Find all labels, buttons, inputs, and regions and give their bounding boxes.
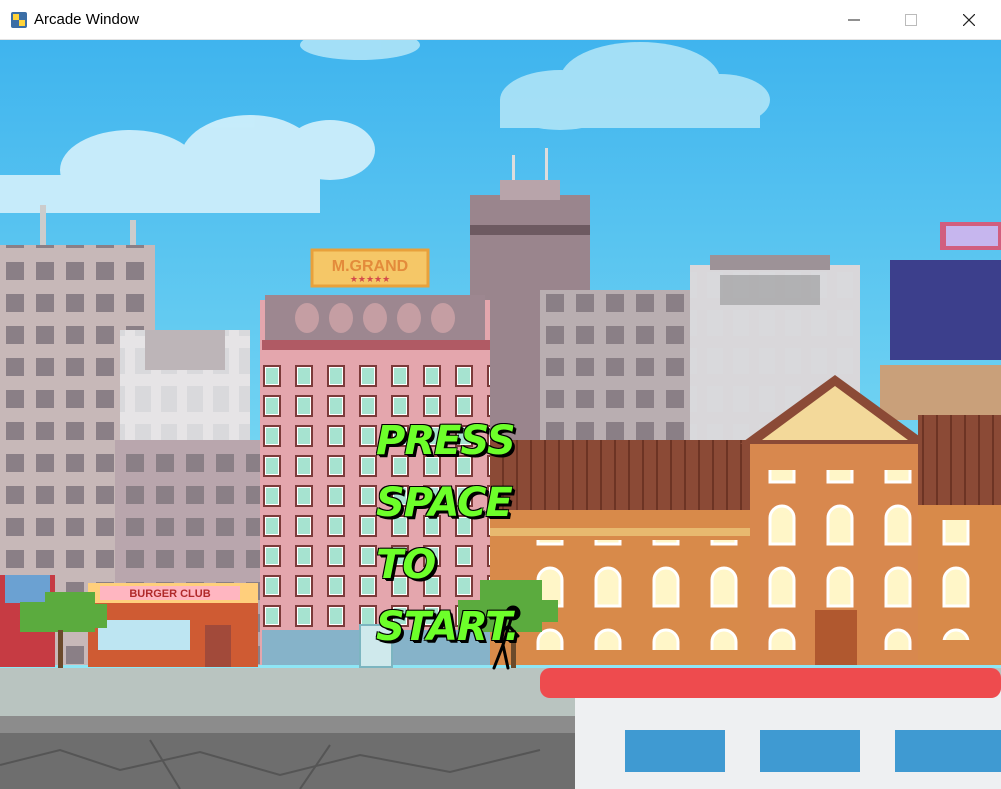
city-background: M.GRAND ★★★★★ BURGER CLUB — [0, 40, 1001, 789]
start-prompt-line-2: SPACE — [376, 480, 513, 526]
start-prompt-line-3: TO — [376, 542, 436, 588]
python-app-icon — [10, 11, 28, 29]
shop-sign-text: BURGER CLUB — [129, 588, 210, 600]
maximize-button[interactable] — [882, 0, 940, 40]
game-canvas[interactable]: M.GRAND ★★★★★ BURGER CLUB PRESS SPACE TO… — [0, 40, 1001, 789]
window-titlebar: Arcade Window — [0, 0, 1001, 40]
start-prompt-line-1: PRESS — [376, 418, 516, 464]
hotel-sign-stars: ★★★★★ — [350, 275, 390, 285]
hotel-sign-text: M.GRAND — [332, 258, 408, 275]
window-title: Arcade Window — [34, 11, 140, 28]
close-button[interactable] — [940, 0, 998, 40]
minimize-button[interactable] — [825, 0, 883, 40]
close-icon — [963, 14, 975, 26]
maximize-icon — [905, 14, 917, 26]
minimize-icon — [848, 19, 860, 21]
start-prompt-line-4: START. — [376, 604, 520, 650]
